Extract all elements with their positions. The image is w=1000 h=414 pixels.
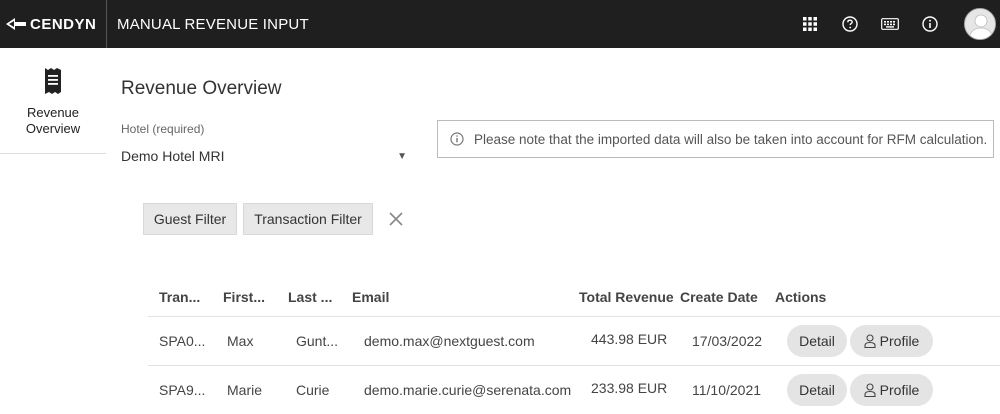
row-divider: [148, 316, 1000, 317]
column-header-total-revenue[interactable]: Total Revenue: [579, 289, 674, 305]
column-header-last-name[interactable]: Last ...: [288, 289, 332, 305]
cell-create-date: 17/03/2022: [692, 333, 763, 349]
info-icon[interactable]: [910, 0, 950, 48]
cell-total-revenue: 443.98 EUR: [591, 331, 668, 347]
person-icon: [864, 383, 876, 397]
page-title: Revenue Overview: [121, 78, 282, 99]
cell-email: demo.max@nextguest.com: [364, 333, 535, 349]
brand-name: CENDYN: [30, 15, 97, 33]
column-header-transaction[interactable]: Tran...: [159, 289, 200, 305]
app-title: MANUAL REVENUE INPUT: [117, 15, 309, 33]
cell-email: demo.marie.curie@serenata.com: [364, 382, 572, 398]
person-icon: [864, 334, 876, 348]
cell-first-name: Marie: [227, 382, 263, 398]
cell-total-revenue: 233.98 EUR: [591, 380, 668, 396]
rfm-notice: Please note that the imported data will …: [437, 120, 994, 158]
cell-last-name: Gunt...: [296, 333, 339, 349]
top-bar: CENDYN MANUAL REVENUE INPUT: [0, 0, 1000, 48]
detail-button[interactable]: Detail: [787, 325, 847, 357]
apps-grid-icon[interactable]: [790, 0, 830, 48]
cell-create-date: 11/10/2021: [692, 382, 762, 398]
hotel-select[interactable]: Demo Hotel MRI ▼: [121, 146, 409, 166]
cendyn-logo[interactable]: CENDYN: [0, 0, 107, 48]
hotel-field-label: Hotel (required): [121, 122, 205, 136]
cell-transaction: SPA0...: [159, 333, 206, 349]
column-header-email[interactable]: Email: [352, 289, 389, 305]
column-header-create-date[interactable]: Create Date: [680, 289, 758, 305]
column-header-first-name[interactable]: First...: [223, 289, 265, 305]
keyboard-icon[interactable]: [870, 0, 910, 48]
transaction-filter-button[interactable]: Transaction Filter: [243, 203, 373, 235]
cell-last-name: Curie: [296, 382, 330, 398]
user-avatar[interactable]: [964, 8, 996, 40]
sidebar-item-label: Revenue Overview: [25, 105, 81, 136]
notice-text: Please note that the imported data will …: [474, 131, 988, 147]
profile-button[interactable]: Profile: [850, 374, 933, 406]
clear-filters-icon[interactable]: [386, 209, 406, 234]
cell-first-name: Max: [227, 333, 254, 349]
row-divider: [148, 365, 1000, 366]
detail-button[interactable]: Detail: [787, 374, 847, 406]
hotel-select-value: Demo Hotel MRI: [121, 148, 225, 164]
user-silhouette-icon: [965, 9, 995, 39]
logo-mark-icon: [6, 18, 26, 30]
top-icons: [790, 0, 1000, 48]
info-icon: [450, 132, 464, 146]
cell-transaction: SPA9...: [159, 382, 206, 398]
receipt-icon: [44, 68, 62, 99]
sidebar-item-revenue-overview[interactable]: Revenue Overview: [0, 48, 106, 154]
help-icon[interactable]: [830, 0, 870, 48]
dropdown-arrow-icon: ▼: [397, 150, 407, 162]
profile-button[interactable]: Profile: [850, 325, 933, 357]
profile-button-label: Profile: [879, 382, 920, 398]
column-header-actions: Actions: [775, 289, 827, 305]
profile-button-label: Profile: [879, 333, 920, 349]
guest-filter-button[interactable]: Guest Filter: [143, 203, 237, 235]
